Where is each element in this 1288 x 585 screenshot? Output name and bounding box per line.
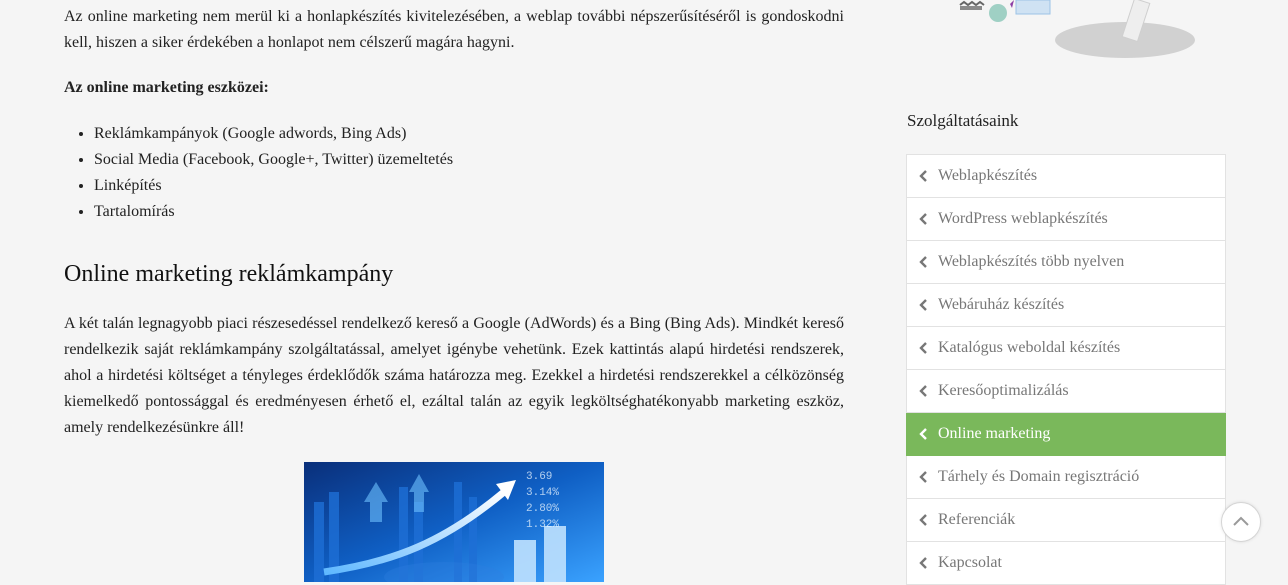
chevron-up-icon [1233,513,1249,531]
chevron-left-icon [919,557,938,569]
services-item-wordpress[interactable]: WordPress weblapkészítés [906,198,1226,241]
figure-number: 3.69 [526,471,552,483]
services-item-weblapkeszites[interactable]: Weblapkészítés [906,155,1226,198]
chevron-left-icon [919,170,938,182]
chevron-left-icon [919,471,938,483]
services-item-label: Keresőoptimalizálás [938,382,1069,399]
section-heading: Online marketing reklámkampány [64,261,394,287]
services-item-label: Katalógus weboldal készítés [938,339,1121,356]
services-item-keresooptimalizalas[interactable]: Keresőoptimalizálás [906,370,1226,413]
services-item-online-marketing[interactable]: Online marketing [906,413,1226,456]
figure-number: 3.14% [526,487,559,499]
services-item-tarhely-domain[interactable]: Tárhely és Domain regisztráció [906,456,1226,499]
services-widget-title: Szolgáltatásaink [907,111,1019,130]
services-menu: Weblapkészítés WordPress weblapkészítés … [906,154,1226,585]
back-to-top-button[interactable] [1221,502,1261,542]
services-item-label: Webáruház készítés [938,296,1065,313]
figure-number: 1.32% [526,519,559,531]
services-item-kapcsolat[interactable]: Kapcsolat [906,542,1226,585]
list-item: Tartalomírás [94,199,453,225]
chevron-left-icon [919,342,938,354]
chevron-left-icon [919,385,938,397]
sidebar-illustration [940,0,1230,70]
chevron-left-icon [919,514,938,526]
services-item-label: Weblapkészítés több nyelven [938,253,1125,270]
services-item-referenciak[interactable]: Referenciák [906,499,1226,542]
intro-paragraph: Az online marketing nem merül ki a honla… [64,8,844,51]
chevron-left-icon [919,213,938,225]
services-item-webaruhaz[interactable]: Webáruház készítés [906,284,1226,327]
services-item-label: Kapcsolat [938,554,1002,571]
tools-heading: Az online marketing eszközei: [64,79,269,96]
chevron-left-icon [919,428,938,440]
services-item-label: Online marketing [938,425,1051,442]
section-paragraph: A két talán legnagyobb piaci részesedéss… [64,315,844,436]
services-item-label: Weblapkészítés [938,167,1038,184]
services-item-label: Referenciák [938,511,1016,528]
list-item: Social Media (Facebook, Google+, Twitter… [94,147,453,173]
services-item-label: WordPress weblapkészítés [938,210,1108,227]
services-item-label: Tárhely és Domain regisztráció [938,468,1140,485]
marketing-growth-image: 3.69 3.14% 2.80% 1.32% [304,462,604,582]
figure-number: 2.80% [526,503,559,515]
list-item: Reklámkampányok (Google adwords, Bing Ad… [94,121,453,147]
tools-list: Reklámkampányok (Google adwords, Bing Ad… [64,121,453,225]
list-item: Linképítés [94,173,453,199]
chevron-left-icon [919,256,938,268]
services-item-katalogus[interactable]: Katalógus weboldal készítés [906,327,1226,370]
chevron-left-icon [919,299,938,311]
services-item-tobb-nyelven[interactable]: Weblapkészítés több nyelven [906,241,1226,284]
